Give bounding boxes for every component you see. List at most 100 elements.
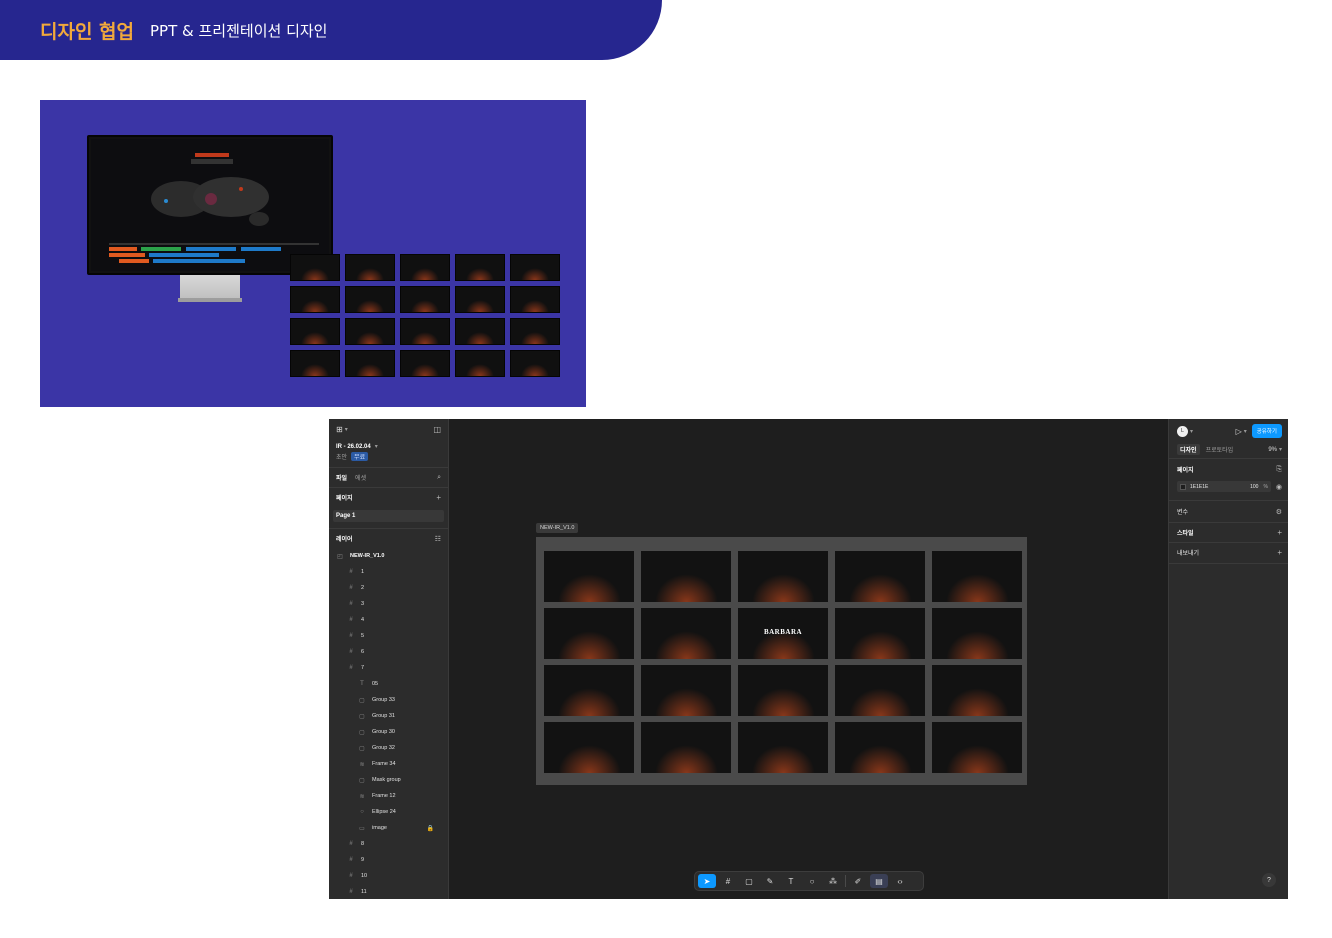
text-tool-icon[interactable]: T [782,874,800,888]
dev-mode-icon[interactable]: ‹› [891,874,909,888]
pen-tool-icon[interactable]: ✎ [761,874,779,888]
styles-row[interactable]: 스타일 + [1177,528,1282,537]
canvas[interactable]: NEW-IR_V1.0 BARBARA ➤ # ▢ ✎ T ○ ⁂ ✐ ▤ ‹› [449,419,1168,899]
help-button[interactable]: ? [1262,873,1276,887]
layer-item[interactable]: ▢ Group 30 [329,725,448,739]
slide[interactable] [738,665,828,716]
layer-item[interactable]: ▢ Group 33 [329,693,448,707]
color-swatch[interactable] [1180,483,1186,490]
share-button[interactable]: 공유하기 [1251,424,1282,438]
slide[interactable] [544,722,634,773]
main-menu[interactable]: ⊞ ▾ ◫ [336,425,441,434]
move-tool-icon[interactable]: ➤ [698,874,716,888]
comment-tool-icon[interactable]: ○ [803,874,821,888]
export-row[interactable]: 내보내기 + [1177,548,1282,557]
layer-type-icon: # [349,633,353,639]
slide[interactable] [738,551,828,602]
layer-item[interactable]: ▢ Group 32 [329,741,448,755]
figma-logo-icon[interactable]: ⊞ [336,425,343,434]
layer-item[interactable]: #9 [329,853,448,867]
slide[interactable] [835,608,925,659]
slide[interactable] [932,551,1022,602]
layer-type-icon: # [349,873,353,879]
layer-item[interactable]: #6 [329,645,448,659]
bg-color-field[interactable]: 1E1E1E 100 % [1177,481,1271,492]
layer-item[interactable]: #10 [329,869,448,883]
slide[interactable] [932,608,1022,659]
layer-type-icon: # [349,649,353,655]
file-name[interactable]: IR - 26.02.04 [336,444,371,450]
slide[interactable] [544,551,634,602]
sidebar-toggle-icon[interactable]: ◫ [433,425,441,434]
tab-assets[interactable]: 에셋 [355,473,366,482]
add-style-icon[interactable]: + [1277,528,1282,537]
bg-hex-value[interactable]: 1E1E1E [1190,484,1208,490]
layer-item[interactable]: ○ Ellipse 24 [329,805,448,819]
lock-icon[interactable]: 🔒 [427,825,434,832]
chevron-down-icon[interactable]: ▾ [375,443,378,450]
add-page-icon[interactable]: + [436,493,441,502]
page-settings-icon[interactable]: ⎘ [1276,466,1282,474]
draft-label: 초안 [336,455,348,461]
play-icon[interactable]: ▷ [1236,427,1242,436]
layer-item[interactable]: ≋ Frame 12 [329,789,448,803]
bg-opacity-value[interactable]: 100 [1250,484,1258,490]
layer-item[interactable]: #8 [329,837,448,851]
chevron-down-icon[interactable]: ▾ [1279,446,1282,453]
layer-item[interactable]: #1 [329,565,448,579]
slide[interactable] [544,665,634,716]
add-export-icon[interactable]: + [1277,548,1282,557]
shape-tool-icon[interactable]: ▢ [740,874,758,888]
tab-prototype[interactable]: 프로토타입 [1206,445,1234,454]
layer-item[interactable]: ▢ Mask group [329,773,448,787]
plan-badge[interactable]: 무료 [351,452,369,461]
slide[interactable] [641,665,731,716]
layer-item[interactable]: ≋ Frame 34 [329,757,448,771]
draw-mode-icon[interactable]: ✐ [849,874,867,888]
layer-item[interactable]: ▢ Group 31 [329,709,448,723]
slide[interactable] [641,608,731,659]
layer-item[interactable]: #7 [329,661,448,675]
layers-options-icon[interactable]: ☷ [435,535,441,543]
slide[interactable] [835,722,925,773]
slide[interactable] [835,665,925,716]
slide[interactable] [641,722,731,773]
header-title: 디자인 협업 [40,20,135,43]
file-meta: 초안 무료 [336,452,441,461]
layer-item[interactable]: #11 [329,885,448,899]
layer-root[interactable]: ◰ NEW-IR_V1.0 [329,549,448,563]
slide[interactable] [932,722,1022,773]
zoom-level[interactable]: 9% [1268,447,1277,453]
eye-icon[interactable]: ◉ [1276,483,1282,491]
frame-new-ir[interactable]: BARBARA [536,537,1027,785]
actions-tool-icon[interactable]: ⁂ [824,874,842,888]
file-title[interactable]: IR - 26.02.04 ▾ [336,443,441,451]
slide[interactable] [835,551,925,602]
tab-design[interactable]: 디자인 [1177,444,1200,455]
layer-item[interactable]: #3 [329,597,448,611]
frame-label[interactable]: NEW-IR_V1.0 [536,523,579,533]
slide[interactable] [932,665,1022,716]
layer-item[interactable]: #5 [329,629,448,643]
variables-settings-icon[interactable]: ⚙ [1276,508,1282,516]
page-item[interactable]: Page 1 [333,510,444,522]
design-mode-icon[interactable]: ▤ [870,874,888,888]
frame-tool-icon[interactable]: # [719,874,737,888]
slide-thumbnail [345,286,395,313]
slide[interactable] [544,608,634,659]
slide-barbara[interactable]: BARBARA [738,608,828,659]
chevron-down-icon[interactable]: ▾ [1190,428,1193,435]
divider [1169,542,1288,543]
layer-item[interactable]: T 05 [329,677,448,691]
layer-item[interactable]: #2 [329,581,448,595]
slide[interactable] [641,551,731,602]
slide[interactable] [738,722,828,773]
avatar[interactable]: L [1177,425,1188,437]
chevron-down-icon[interactable]: ▾ [345,426,348,433]
variables-row[interactable]: 변수 ⚙ [1177,507,1282,517]
search-icon[interactable]: ⌕ [437,474,441,482]
layer-item[interactable]: #4 [329,613,448,627]
tab-file[interactable]: 파일 [336,473,347,482]
chevron-down-icon[interactable]: ▾ [1244,428,1247,435]
layer-item[interactable]: ▭ image 🔒 [329,821,448,835]
